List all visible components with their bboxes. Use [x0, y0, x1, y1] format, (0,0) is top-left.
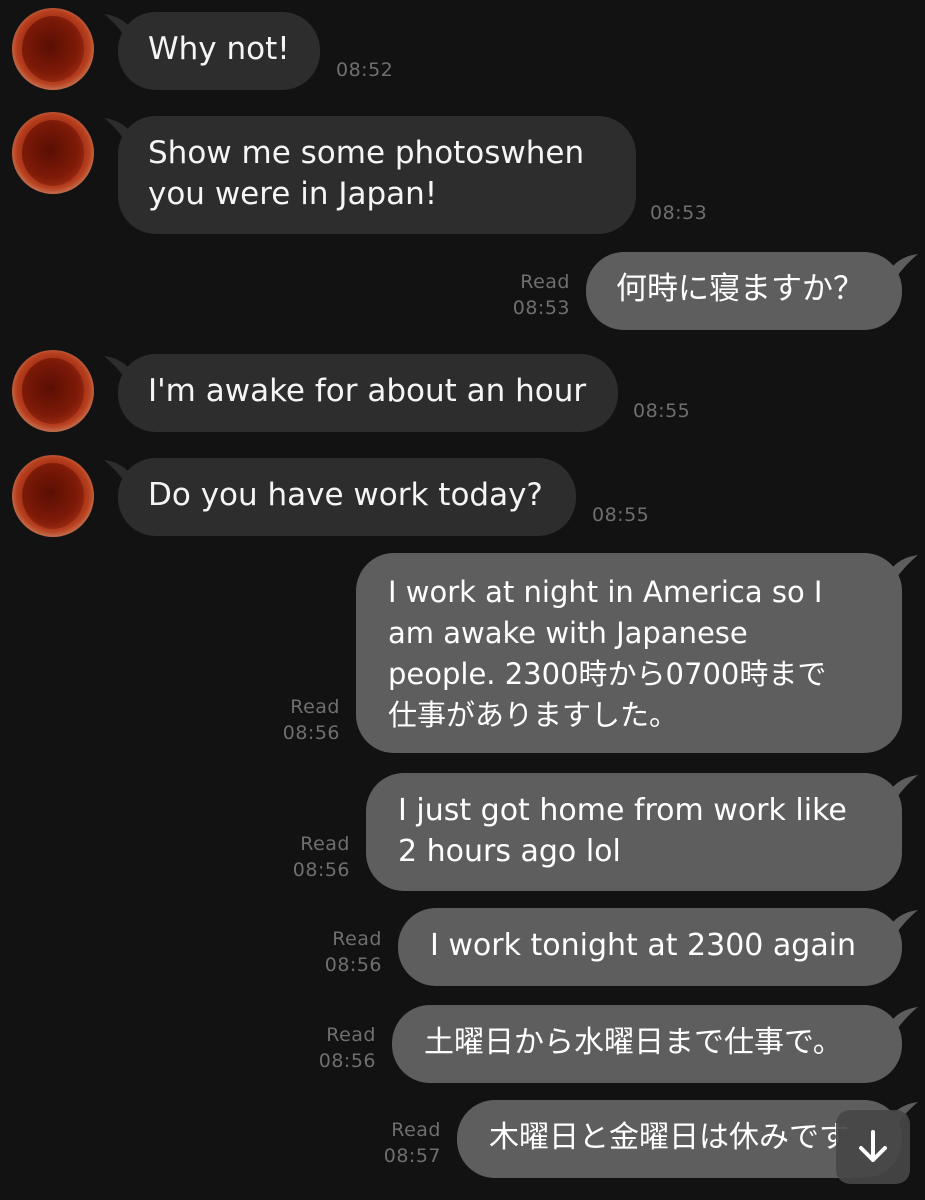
message-time: 08:53 — [512, 297, 570, 319]
read-receipt: Read 08:56 — [276, 694, 340, 746]
bubble-tail — [884, 1007, 918, 1033]
message-bubble-outgoing[interactable]: 何時に寝ますか？ — [586, 252, 902, 330]
read-label: Read — [520, 271, 570, 293]
message-bubble-incoming[interactable]: Do you have work today? — [118, 458, 576, 536]
message-text: I'm awake for about an hour — [148, 373, 587, 409]
message-time: 08:55 — [592, 504, 650, 526]
bubble-tail — [884, 555, 918, 581]
message-text: I work at night in America so I am awake… — [388, 575, 827, 732]
message-time: 08:56 — [282, 722, 340, 744]
message-time: 08:56 — [318, 1050, 376, 1072]
contact-avatar[interactable] — [12, 350, 94, 432]
chat-thread[interactable]: Why not! 08:52 Show me some photoswhen y… — [0, 0, 925, 1200]
read-receipt: Read 08:56 — [286, 831, 350, 883]
message-text: 何時に寝ますか？ — [616, 271, 864, 307]
read-label: Read — [332, 928, 382, 950]
read-receipt: Read 08:53 — [506, 269, 570, 321]
message-time: 08:55 — [633, 400, 691, 422]
read-receipt: Read 08:57 — [377, 1117, 441, 1169]
message-text: I just got home from work like 2 hours a… — [398, 793, 847, 869]
contact-avatar[interactable] — [12, 8, 94, 90]
read-label: Read — [326, 1024, 376, 1046]
message-text: Show me some photoswhen you were in Japa… — [148, 135, 585, 212]
message-text: Do you have work today? — [148, 477, 543, 513]
contact-avatar[interactable] — [12, 455, 94, 537]
arrow-down-icon — [859, 1130, 887, 1162]
message-text: I work tonight at 2300 again — [430, 928, 857, 963]
bubble-tail — [884, 775, 918, 801]
message-time: 08:57 — [383, 1145, 441, 1167]
read-label: Read — [391, 1119, 441, 1141]
message-time: 08:56 — [324, 954, 382, 976]
message-text: Why not! — [148, 31, 290, 67]
message-bubble-outgoing[interactable]: 土曜日から水曜日まで仕事で。 — [392, 1005, 902, 1083]
message-text: 土曜日から水曜日まで仕事で。 — [424, 1025, 843, 1060]
message-bubble-incoming[interactable]: Why not! — [118, 12, 320, 90]
message-time: 08:56 — [292, 859, 350, 881]
contact-avatar[interactable] — [12, 112, 94, 194]
read-label: Read — [300, 833, 350, 855]
message-text: 木曜日と金曜日は休みです — [489, 1120, 849, 1155]
message-time: 08:52 — [336, 59, 394, 81]
message-time: 08:53 — [650, 202, 708, 224]
message-bubble-incoming[interactable]: I'm awake for about an hour — [118, 354, 618, 432]
read-receipt: Read 08:56 — [318, 926, 382, 978]
message-bubble-outgoing[interactable]: I work at night in America so I am awake… — [356, 553, 902, 753]
bubble-tail — [884, 910, 918, 936]
read-label: Read — [290, 696, 340, 718]
message-bubble-incoming[interactable]: Show me some photoswhen you were in Japa… — [118, 116, 636, 234]
bubble-tail — [884, 254, 918, 280]
message-bubble-outgoing[interactable]: I work tonight at 2300 again — [398, 908, 902, 986]
message-bubble-outgoing[interactable]: I just got home from work like 2 hours a… — [366, 773, 902, 891]
read-receipt: Read 08:56 — [312, 1022, 376, 1074]
scroll-to-bottom-button[interactable] — [836, 1110, 910, 1184]
